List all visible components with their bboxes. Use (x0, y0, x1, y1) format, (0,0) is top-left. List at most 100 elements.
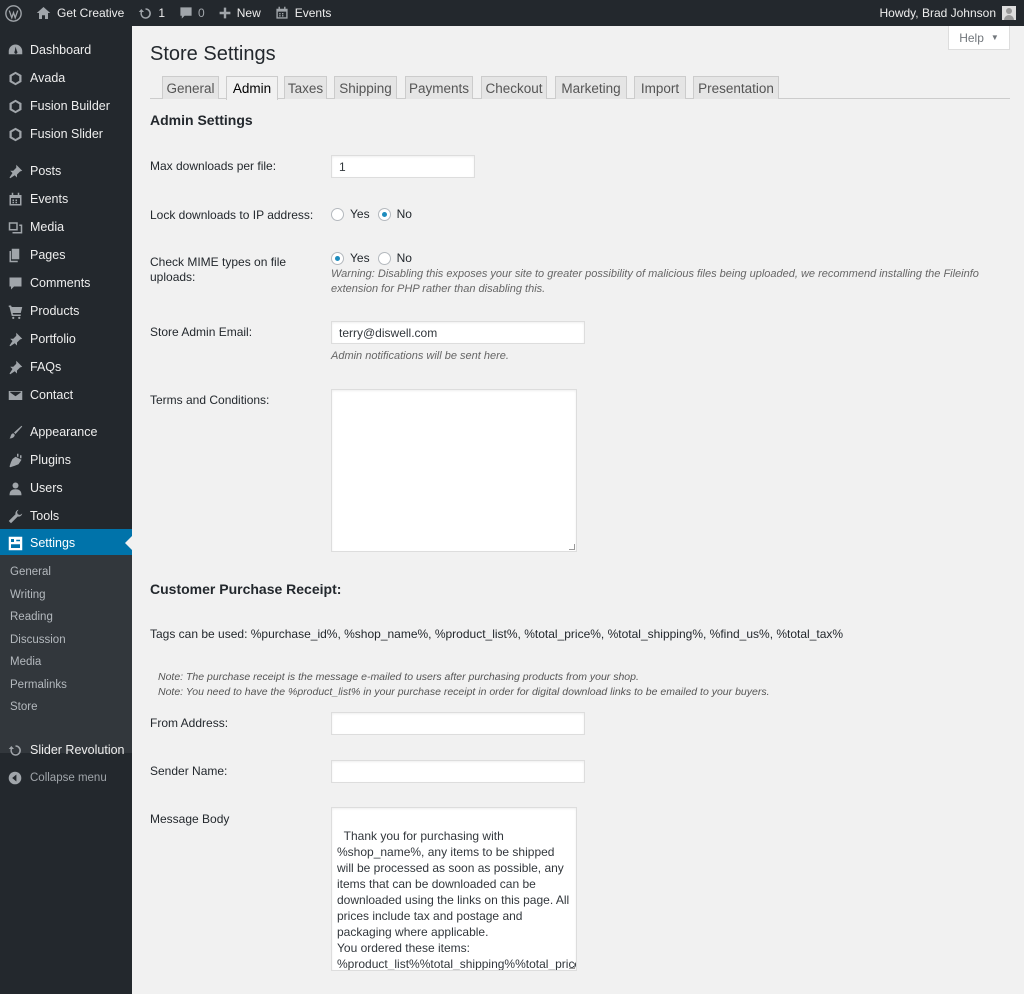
menu-label-fusion-builder: Fusion Builder (30, 99, 110, 113)
receipt-tags-text: Tags can be used: %purchase_id%, %shop_n… (150, 627, 844, 641)
menu-item-events[interactable]: Events (0, 185, 132, 213)
menu-item-settings[interactable]: Settings (0, 529, 132, 557)
wordpress-logo-button[interactable] (0, 0, 29, 26)
media-icon (7, 219, 23, 235)
menu-item-products[interactable]: Products (0, 297, 132, 325)
menu-label-media: Media (30, 220, 65, 234)
menu-item-avada[interactable]: Avada (0, 64, 132, 92)
updates-count: 1 (158, 6, 166, 20)
menu-label-products: Products (30, 304, 80, 318)
mime-check-label: Check MIME types on file uploads: (150, 255, 287, 284)
pin-icon (7, 331, 23, 347)
mime-warning-text: Warning: Disabling this exposes your sit… (331, 268, 979, 295)
menu-label-comments: Comments (30, 276, 91, 290)
mail-icon (7, 387, 23, 403)
submenu-item-permalinks[interactable]: Permalinks (10, 679, 67, 691)
submenu-item-discussion[interactable]: Discussion (10, 634, 66, 646)
my-account-link[interactable]: Howdy, Brad Johnson (872, 0, 1020, 26)
mime-no-radio[interactable] (377, 251, 391, 265)
dashboard-icon (7, 42, 23, 58)
menu-item-portfolio[interactable]: Portfolio (0, 325, 132, 353)
site-name-link[interactable]: Get Creative (29, 0, 131, 26)
lock-ip-no-label: No (396, 207, 412, 221)
menu-item-appearance[interactable]: Appearance (0, 418, 132, 446)
collapse-menu-button[interactable]: Collapse menu (0, 764, 132, 792)
lock-ip-label: Lock downloads to IP address: (150, 208, 314, 222)
terms-textarea[interactable] (331, 389, 577, 552)
sender-name-label: Sender Name: (150, 764, 228, 778)
submenu-item-media[interactable]: Media (10, 656, 41, 668)
resize-grip-icon[interactable] (569, 544, 575, 550)
lock-ip-no-radio[interactable] (377, 207, 391, 221)
message-body-textarea[interactable]: Thank you for purchasing with %shop_name… (331, 807, 577, 971)
admin-settings-heading: Admin Settings (150, 112, 253, 128)
from-address-label: From Address: (150, 716, 229, 730)
menu-item-fusion-slider[interactable]: Fusion Slider (0, 120, 132, 148)
menu-item-faqs[interactable]: FAQs (0, 353, 132, 381)
settings-icon (7, 535, 23, 551)
tab-marketing[interactable]: Marketing (555, 76, 627, 99)
tab-admin[interactable]: Admin (226, 76, 278, 100)
refresh-icon (7, 742, 23, 758)
resize-grip-icon[interactable] (569, 963, 575, 969)
menu-label-faqs: FAQs (30, 360, 62, 374)
user-icon (7, 480, 23, 496)
admin-email-input[interactable]: terry@diswell.com (331, 321, 585, 344)
mime-yes-radio[interactable] (331, 251, 344, 265)
tab-general[interactable]: General (162, 76, 219, 99)
max-downloads-input[interactable]: 1 (331, 155, 475, 178)
cart-icon (7, 303, 23, 319)
admin-bar: Get Creative 1 0 New Events Howdy, Brad … (0, 0, 1024, 26)
submenu-item-writing[interactable]: Writing (10, 589, 46, 601)
menu-label-posts: Posts (30, 164, 62, 178)
new-content-link[interactable]: New (212, 0, 268, 26)
events-link[interactable]: Events (268, 0, 339, 26)
howdy-label: Howdy, Brad Johnson (879, 6, 996, 20)
menu-item-plugins[interactable]: Plugins (0, 446, 132, 474)
submenu-item-reading[interactable]: Reading (10, 611, 53, 623)
plugin-icon (7, 452, 23, 468)
menu-item-media[interactable]: Media (0, 213, 132, 241)
menu-item-contact[interactable]: Contact (0, 381, 132, 409)
comment-bubble-icon (180, 7, 192, 19)
pin-icon (7, 163, 23, 179)
avada-icon (7, 70, 23, 86)
menu-item-fusion-builder[interactable]: Fusion Builder (0, 92, 132, 120)
wrench-icon (7, 508, 23, 524)
submenu-item-general[interactable]: General (10, 566, 51, 578)
from-address-input[interactable] (331, 712, 585, 735)
tab-import[interactable]: Import (634, 76, 686, 99)
menu-item-users[interactable]: Users (0, 474, 132, 502)
collapse-menu-label: Collapse menu (30, 772, 107, 784)
calendar-icon (7, 191, 23, 207)
tab-checkout[interactable]: Checkout (481, 76, 547, 99)
menu-item-dashboard[interactable]: Dashboard (0, 36, 132, 64)
max-downloads-label: Max downloads per file: (150, 159, 277, 173)
caret-down-icon: ▼ (990, 33, 999, 42)
updates-link[interactable]: 1 (131, 0, 172, 26)
tab-presentation[interactable]: Presentation (693, 76, 779, 99)
menu-label-fusion-slider: Fusion Slider (30, 127, 103, 141)
sender-name-input[interactable] (331, 760, 585, 783)
menu-item-pages[interactable]: Pages (0, 241, 132, 269)
tab-shipping[interactable]: Shipping (334, 76, 397, 99)
menu-item-slider-revolution[interactable]: Slider Revolution (0, 736, 132, 764)
new-label: New (236, 6, 261, 20)
help-button[interactable]: Help ▼ (948, 26, 1010, 50)
receipt-note-2: Note: You need to have the %product_list… (158, 686, 770, 698)
menu-label-events: Events (30, 192, 69, 206)
menu-label-avada: Avada (30, 71, 66, 85)
menu-item-posts[interactable]: Posts (0, 157, 132, 185)
receipt-note-1: Note: The purchase receipt is the messag… (158, 671, 639, 683)
purchase-receipt-heading: Customer Purchase Receipt: (150, 581, 342, 597)
tab-taxes[interactable]: Taxes (284, 76, 327, 99)
lock-ip-yes-radio[interactable] (331, 207, 344, 221)
menu-item-comments[interactable]: Comments (0, 269, 132, 297)
menu-label-slider-revolution: Slider Revolution (30, 743, 125, 757)
submenu-item-store[interactable]: Store (10, 701, 38, 713)
tab-payments[interactable]: Payments (405, 76, 473, 99)
comments-link[interactable]: 0 (172, 0, 212, 26)
lock-ip-yes-label: Yes (350, 207, 370, 221)
menu-item-tools[interactable]: Tools (0, 502, 132, 530)
menu-label-appearance: Appearance (30, 425, 98, 439)
